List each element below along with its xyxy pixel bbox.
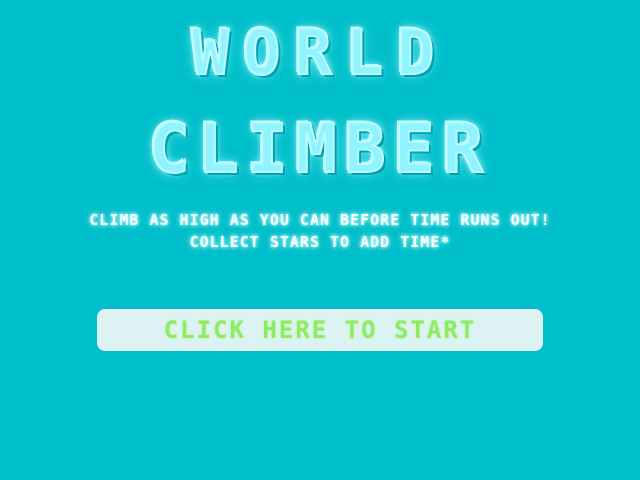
- start-button[interactable]: CLiCK HERE TO START: [97, 309, 543, 351]
- title-screen: WORLD CLiMBER CLIMB AS HIGH AS YOU CAN B…: [0, 0, 640, 480]
- start-button-label: CLiCK HERE TO START: [163, 316, 477, 344]
- instructions-line-1: CLIMB AS HIGH AS YOU CAN BEFORE TIME RUN…: [89, 211, 551, 229]
- instructions-line-2: COLLECT STARS TO ADD TIME*: [189, 233, 451, 251]
- game-title-line-1: WORLD: [191, 16, 449, 89]
- game-title-line-2: CLiMBER: [148, 110, 492, 189]
